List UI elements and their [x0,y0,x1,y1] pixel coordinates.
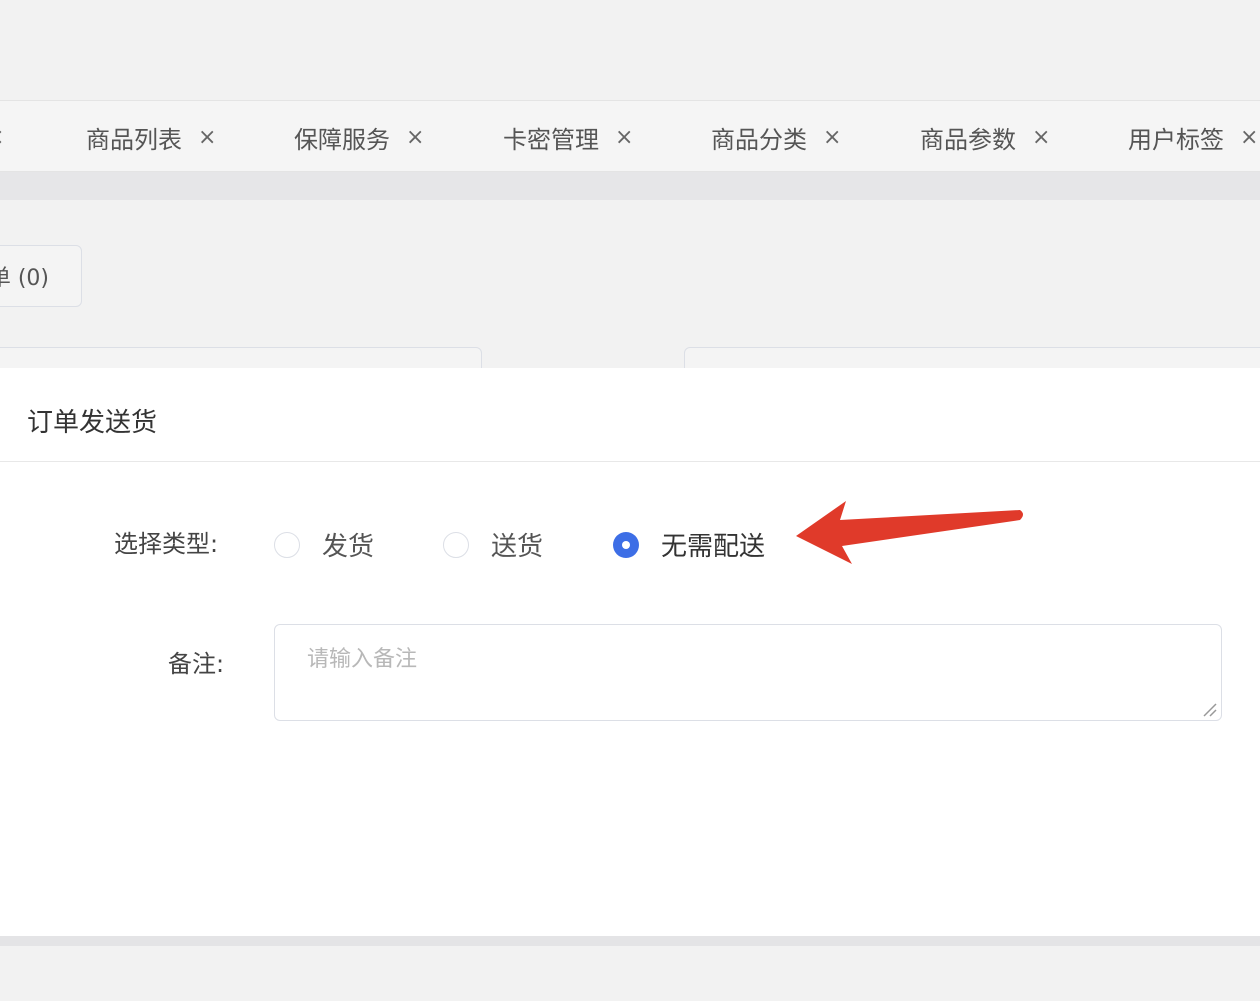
radio-label: 发货 [322,532,375,562]
dialog-title: 订单发送货 [27,408,158,438]
tab-guarantee-service[interactable]: 保障服务 × [294,101,424,173]
tab-strip-divider [0,172,1260,200]
radio-ship[interactable]: 发货 [274,526,374,563]
radio-circle[interactable] [274,531,300,558]
remark-textarea[interactable] [274,624,1222,721]
close-icon[interactable]: × [1240,125,1258,150]
tab-label: 用户标签 [1128,125,1224,154]
tab-product-list[interactable]: 商品列表 × [86,101,216,173]
tab-card-secret[interactable]: 卡密管理 × [503,101,633,173]
page: × 商品列表 × 保障服务 × 卡密管理 × 商品分类 × 商品参数 × 用户标… [0,0,1260,1001]
radio-circle[interactable] [443,531,469,558]
dialog-divider [0,461,1260,462]
tab-label: 保障服务 [294,125,390,154]
background-button[interactable]: 单 (0) [0,245,82,307]
tab-product-params[interactable]: 商品参数 × [920,101,1050,173]
tab-label: 商品参数 [920,125,1016,154]
close-icon[interactable]: × [615,125,633,150]
radio-label: 无需配送 [661,532,766,562]
radio-circle-checked[interactable] [613,531,639,558]
remark-label: 备注: [168,650,225,678]
close-icon[interactable]: × [198,125,216,150]
close-icon[interactable]: × [1032,125,1050,150]
tab-label: 商品列表 [86,125,182,154]
close-icon[interactable]: × [406,125,424,150]
type-label: 选择类型: [114,530,219,558]
tab-user-tags[interactable]: 用户标签 × [1128,101,1258,173]
background-button-label: 单 (0) [0,266,49,291]
tab-bar: × 商品列表 × 保障服务 × 卡密管理 × 商品分类 × 商品参数 × 用户标… [0,100,1260,172]
radio-no-delivery[interactable]: 无需配送 [613,526,765,563]
close-icon[interactable]: × [823,125,841,150]
radio-deliver[interactable]: 送货 [443,526,543,563]
radio-label: 送货 [491,532,544,562]
order-ship-dialog: 订单发送货 选择类型: 发货 送货 无需配送 备注: [0,368,1260,936]
tab-partial[interactable]: × [0,101,4,173]
tab-label: 商品分类 [711,125,807,154]
arrow-left-icon [796,501,1023,564]
tab-label: 卡密管理 [503,125,599,154]
tab-product-category[interactable]: 商品分类 × [711,101,841,173]
close-icon[interactable]: × [0,125,4,150]
resize-grip-icon[interactable] [1200,700,1218,718]
bottom-strip [0,936,1260,946]
